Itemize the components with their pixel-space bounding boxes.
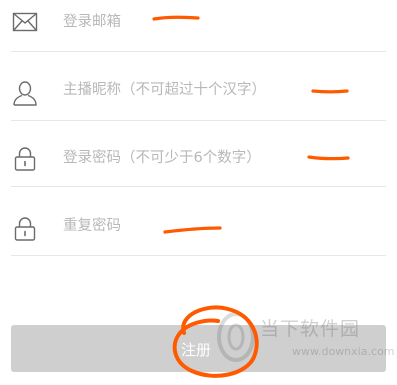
annotation-mark	[307, 153, 351, 163]
nickname-row	[0, 60, 397, 120]
envelope-icon	[12, 9, 38, 35]
user-icon	[12, 80, 38, 106]
confirm-password-row	[0, 195, 397, 255]
lock-icon	[12, 146, 38, 172]
divider	[11, 51, 386, 52]
divider	[11, 186, 386, 187]
confirm-password-input[interactable]	[63, 212, 385, 240]
lock-icon	[12, 216, 38, 242]
password-row	[0, 128, 397, 188]
divider	[11, 255, 386, 256]
register-button[interactable]: 注册	[11, 325, 386, 372]
annotation-mark	[163, 223, 223, 237]
register-button-label: 注册	[181, 341, 212, 359]
annotation-mark	[311, 86, 351, 96]
divider	[11, 120, 386, 121]
annotation-mark	[152, 13, 200, 23]
email-input[interactable]	[63, 8, 385, 36]
